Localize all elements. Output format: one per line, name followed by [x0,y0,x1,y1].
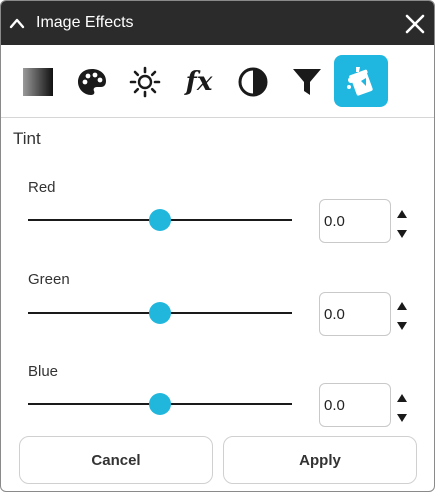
brightness-icon [129,66,161,98]
tool-brightness[interactable] [118,55,172,109]
green-slider[interactable] [28,302,292,324]
tool-contrast[interactable] [226,55,280,109]
filter-icon [291,66,323,98]
red-slider[interactable] [28,209,292,231]
spin-down-icon[interactable] [396,226,408,238]
fx-icon: fx [185,67,213,97]
green-value-input[interactable] [319,292,391,336]
palette-icon [76,67,108,97]
close-icon[interactable] [404,13,426,35]
chevron-up-icon[interactable] [9,16,25,30]
window-title: Image Effects [36,14,134,31]
tool-color[interactable] [65,55,119,109]
slider-thumb[interactable] [149,209,171,231]
spin-down-icon[interactable] [396,410,408,422]
cancel-button[interactable]: Cancel [19,436,213,484]
apply-button[interactable]: Apply [223,436,417,484]
slider-thumb[interactable] [149,393,171,415]
spin-up-icon[interactable] [396,206,408,218]
tint-bucket-icon [344,64,378,98]
red-label: Red [28,179,56,196]
red-value-input[interactable] [319,199,391,243]
slider-thumb[interactable] [149,302,171,324]
title-bar: Image Effects [1,1,434,45]
tool-filter[interactable] [280,55,334,109]
spin-down-icon[interactable] [396,318,408,330]
effects-toolbar: fx [1,45,434,117]
tool-effects[interactable]: fx [172,55,226,109]
blue-spinner[interactable] [396,390,408,424]
section-title: Tint [13,129,41,148]
green-spinner[interactable] [396,298,408,332]
blue-value-input[interactable] [319,383,391,427]
blue-label: Blue [28,363,59,380]
divider [1,117,434,118]
green-label: Green [28,271,70,288]
tool-gradient[interactable] [11,55,65,109]
red-spinner[interactable] [396,206,408,240]
spin-up-icon[interactable] [396,298,408,310]
gradient-icon [22,67,54,97]
spin-up-icon[interactable] [396,390,408,402]
image-effects-window: Image Effects fx Tint Red 0.0 Green 0.0 … [0,0,435,492]
contrast-icon [237,66,269,98]
tool-tint[interactable] [334,55,388,107]
blue-slider[interactable] [28,393,292,415]
